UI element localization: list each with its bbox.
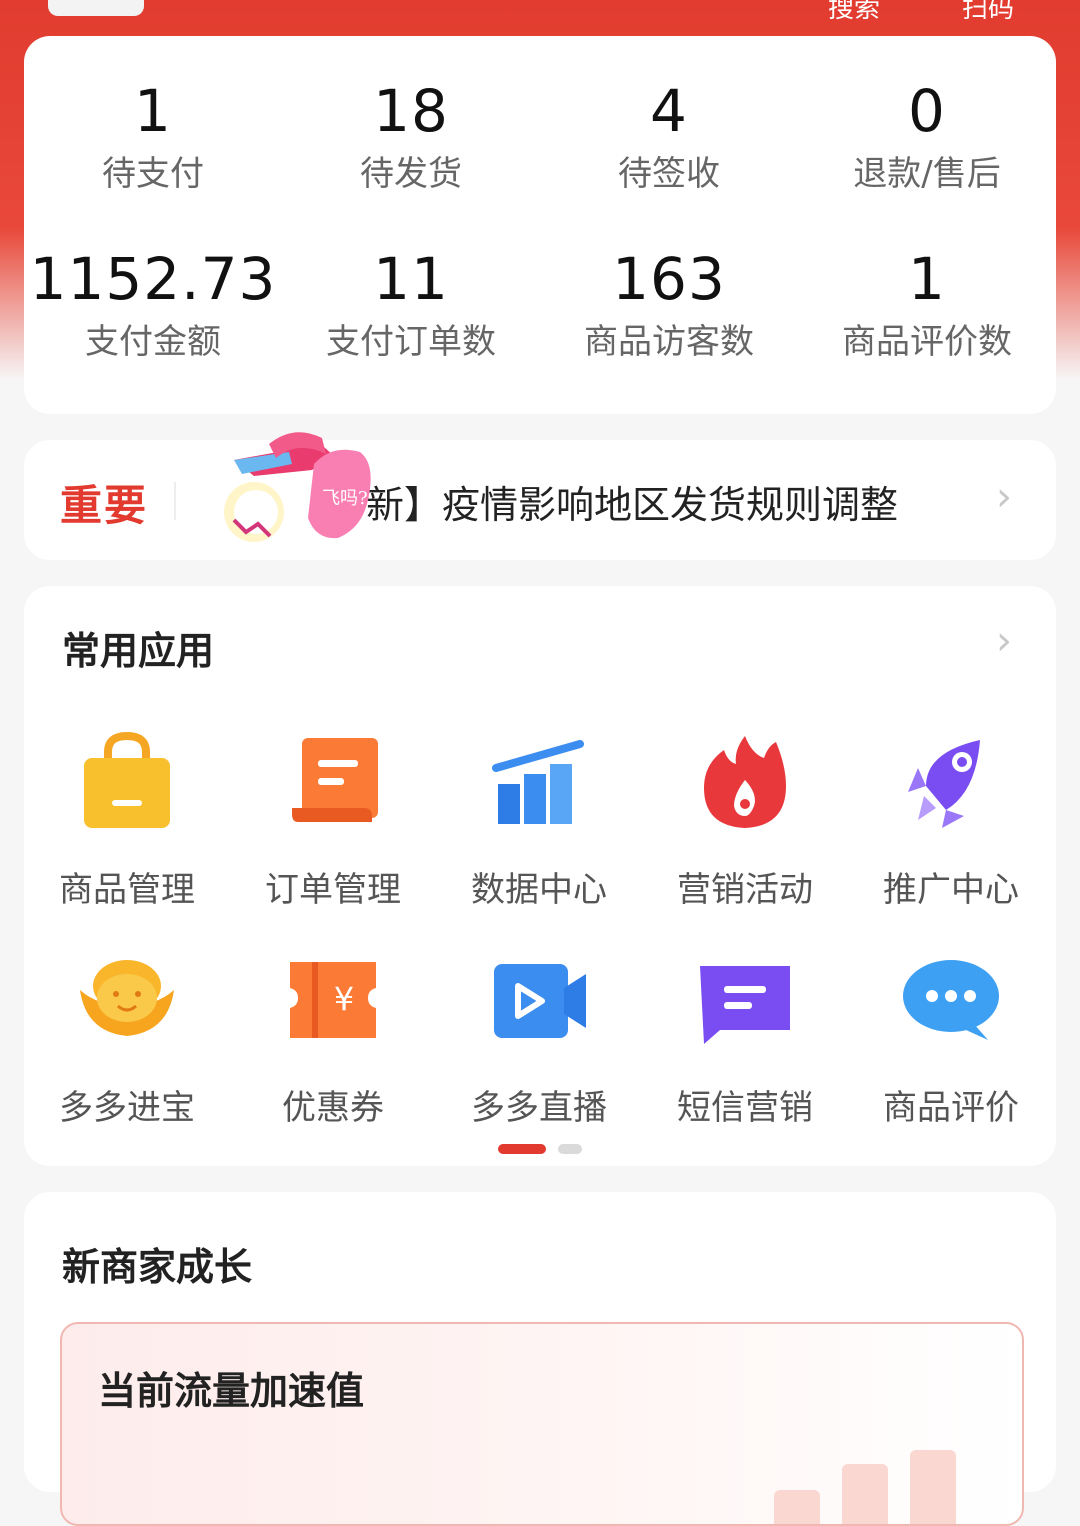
app-label: 多多直播: [471, 1088, 607, 1128]
app-sms-marketing[interactable]: 短信营销: [642, 946, 848, 1129]
stat-pending-receipt[interactable]: 4 待签收: [540, 76, 798, 196]
svg-text:¥: ¥: [334, 980, 354, 1018]
scan-link[interactable]: 扫码: [962, 0, 1014, 25]
app-product-reviews[interactable]: 商品评价: [848, 946, 1054, 1129]
app-label: 订单管理: [265, 870, 401, 910]
app-marketing-activities[interactable]: 营销活动: [642, 728, 848, 911]
section-title: 常用应用: [62, 629, 215, 673]
app-data-center[interactable]: 数据中心: [436, 728, 642, 911]
stat-label: 待支付: [102, 154, 204, 194]
stat-value: 1: [134, 77, 172, 145]
page-dot-active: [498, 1144, 546, 1154]
app-label: 短信营销: [677, 1088, 813, 1128]
app-label: 推广中心: [883, 870, 1019, 910]
stat-refund-aftersale[interactable]: 0 退款/售后: [798, 76, 1056, 196]
decorative-bar: [774, 1490, 820, 1524]
section-title: 新商家成长: [62, 1245, 253, 1289]
stat-value: 18: [373, 77, 449, 145]
stat-pending-shipment[interactable]: 18 待发货: [282, 76, 540, 196]
order-scroll-icon: [292, 738, 378, 822]
stat-label: 支付金额: [85, 322, 221, 362]
stat-value: 1: [908, 245, 946, 313]
notice-tag: 重要: [60, 481, 149, 530]
stat-label: 待发货: [360, 154, 462, 194]
stat-label: 商品评价数: [842, 322, 1012, 362]
app-label: 优惠券: [282, 1088, 384, 1128]
app-order-management[interactable]: 订单管理: [230, 728, 436, 911]
stat-payment-amount[interactable]: 1152.73 支付金额: [24, 244, 282, 364]
common-apps-card: 常用应用 › 商品管理 订单管理 数据中心 营销活动 推广中心 多多进宝 ¥ 优…: [24, 586, 1056, 1166]
app-label: 多多进宝: [59, 1088, 195, 1128]
chat-bubble-icon: [903, 960, 999, 1040]
stat-value: 1152.73: [29, 245, 277, 313]
page-dot: [558, 1144, 582, 1154]
message-icon: [700, 966, 790, 1044]
gold-ingot-icon: [80, 960, 174, 1036]
video-camera-icon: [494, 964, 586, 1038]
sticker-icon: 飞吗?: [224, 432, 371, 542]
coupon-icon: ¥: [290, 962, 376, 1038]
app-duoduo-jinbao[interactable]: 多多进宝: [24, 946, 230, 1129]
stat-label: 支付订单数: [326, 322, 496, 362]
rocket-icon: [908, 740, 980, 828]
stat-value: 11: [373, 245, 449, 313]
app-product-management[interactable]: 商品管理: [24, 728, 230, 911]
boost-title: 当前流量加速值: [98, 1369, 365, 1413]
chevron-right-icon: ›: [996, 474, 1012, 520]
stats-card: 1 待支付 18 待发货 4 待签收 0 退款/售后 1152.73 支付金额 …: [24, 36, 1056, 414]
app-label: 商品评价: [883, 1088, 1019, 1128]
notice-banner[interactable]: 重要 新】疫情影响地区发货规则调整 ›: [24, 440, 1056, 560]
divider: [174, 482, 176, 520]
stat-value: 163: [612, 245, 726, 313]
app-label: 商品管理: [59, 870, 195, 910]
sticker-text: 飞吗?: [322, 488, 368, 509]
decorative-bar: [842, 1464, 888, 1524]
app-label: 营销活动: [677, 870, 813, 910]
stat-label: 商品访客数: [584, 322, 754, 362]
search-link[interactable]: 搜索: [828, 0, 880, 25]
stat-product-reviews[interactable]: 1 商品评价数: [798, 244, 1056, 364]
bar-chart-icon: [492, 740, 584, 824]
stat-label: 待签收: [618, 154, 720, 194]
notice-text: 新】疫情影响地区发货规则调整: [366, 483, 899, 527]
new-merchant-growth-card: 新商家成长 当前流量加速值: [24, 1192, 1056, 1526]
app-label: 数据中心: [471, 870, 607, 910]
traffic-boost-panel[interactable]: 当前流量加速值: [60, 1322, 1024, 1526]
chevron-right-icon[interactable]: ›: [996, 618, 1012, 664]
shopping-bag-icon: [84, 731, 170, 828]
stat-product-visitors[interactable]: 163 商品访客数: [540, 244, 798, 364]
flame-icon: [704, 736, 786, 828]
stat-pending-payment[interactable]: 1 待支付: [24, 76, 282, 196]
header-tab-pill[interactable]: [48, 0, 144, 16]
app-promotion-center[interactable]: 推广中心: [848, 728, 1054, 911]
decorative-bar: [910, 1450, 956, 1524]
stat-value: 0: [908, 77, 946, 145]
stat-value: 4: [650, 77, 688, 145]
app-duoduo-live[interactable]: 多多直播: [436, 946, 642, 1129]
app-coupons[interactable]: ¥ 优惠券: [230, 946, 436, 1129]
stat-label: 退款/售后: [853, 154, 1001, 194]
stat-paid-orders[interactable]: 11 支付订单数: [282, 244, 540, 364]
